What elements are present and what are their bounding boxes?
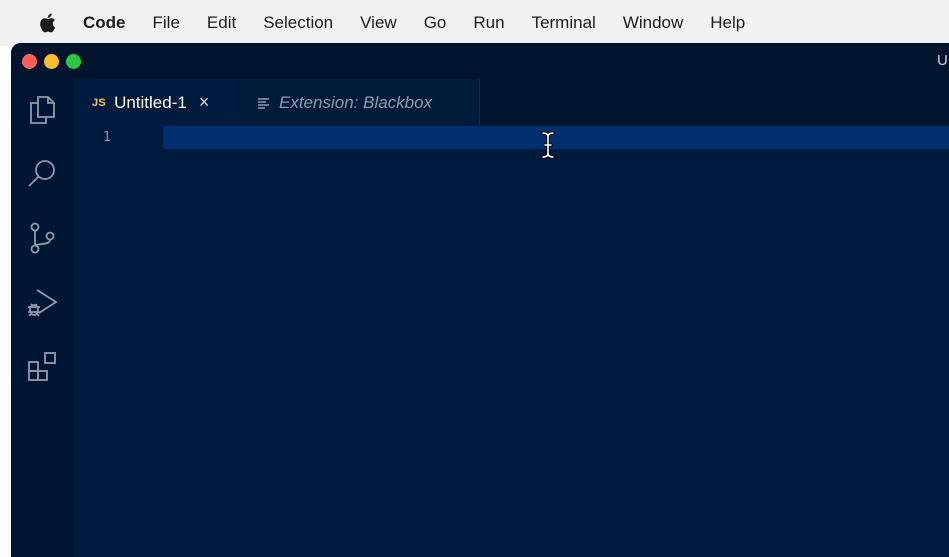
apple-menu-icon[interactable] xyxy=(37,12,59,34)
menu-window[interactable]: Window xyxy=(623,13,683,33)
search-icon[interactable] xyxy=(25,157,59,191)
javascript-file-icon: JS xyxy=(92,96,107,109)
line-number: 1 xyxy=(103,130,111,145)
menu-selection[interactable]: Selection xyxy=(263,13,333,33)
source-control-icon[interactable] xyxy=(25,221,59,255)
text-cursor-icon xyxy=(540,130,556,160)
tab-label: Extension: Blackbox xyxy=(279,92,433,112)
activity-bar xyxy=(11,79,74,557)
menu-edit[interactable]: Edit xyxy=(207,13,236,33)
preview-lines-icon xyxy=(257,97,271,109)
close-tab-icon[interactable]: × xyxy=(199,92,210,113)
tab-extension-blackbox[interactable]: Extension: Blackbox xyxy=(237,79,480,126)
menu-code[interactable]: Code xyxy=(83,13,126,33)
explorer-icon[interactable] xyxy=(25,93,59,127)
menu-bar: Code File Edit Selection View Go Run Ter… xyxy=(0,0,949,46)
extensions-icon[interactable] xyxy=(25,350,59,384)
menu-file[interactable]: File xyxy=(153,13,180,33)
editor-tab-strip: JS Untitled-1 × Extension: Blackbox xyxy=(74,79,949,126)
tab-label: Untitled-1 xyxy=(114,92,187,112)
current-line-highlight xyxy=(163,126,949,149)
menu-view[interactable]: View xyxy=(360,13,397,33)
vscode-window: U JS Untitled-1 × Extension: Blackbox 1 xyxy=(11,43,949,557)
code-editor[interactable]: 1 xyxy=(74,126,949,557)
tab-untitled-1[interactable]: JS Untitled-1 × xyxy=(74,79,237,126)
menu-run[interactable]: Run xyxy=(473,13,504,33)
zoom-window-button[interactable] xyxy=(66,54,81,69)
menu-go[interactable]: Go xyxy=(424,13,447,33)
title-bar: U xyxy=(11,43,949,79)
close-window-button[interactable] xyxy=(22,54,37,69)
menu-help[interactable]: Help xyxy=(710,13,745,33)
window-title: U xyxy=(937,52,948,69)
menu-terminal[interactable]: Terminal xyxy=(532,13,596,33)
run-debug-icon[interactable] xyxy=(25,286,59,320)
minimize-window-button[interactable] xyxy=(44,54,59,69)
